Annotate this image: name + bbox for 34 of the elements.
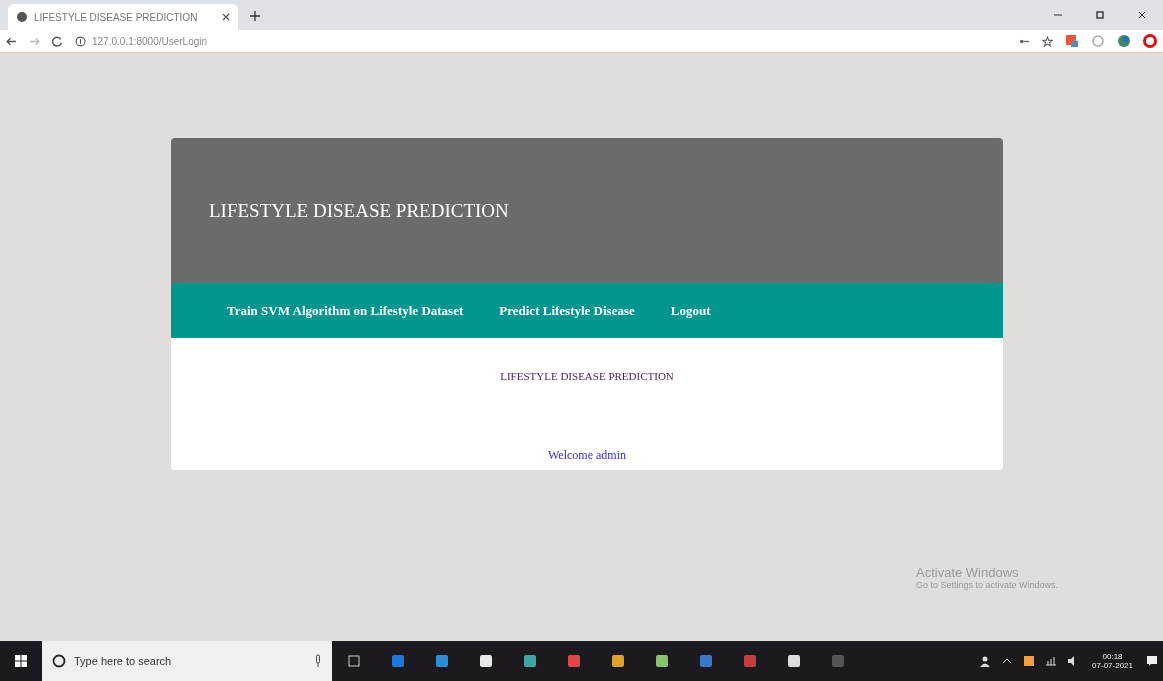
activation-title: Activate Windows — [916, 565, 1020, 580]
new-tab-icon[interactable] — [250, 11, 260, 21]
info-icon — [75, 35, 86, 47]
site-title: LIFESTYLE DISEASE PREDICTION — [209, 199, 509, 222]
activation-message: Go to Settings to activate Windows. — [916, 580, 1059, 590]
back-icon[interactable] — [6, 35, 17, 47]
extension-icon[interactable] — [1117, 34, 1131, 48]
notification-icon[interactable] — [1146, 655, 1158, 667]
page-heading: LIFESTYLE DISEASE PREDICTION — [500, 370, 674, 382]
app-icon[interactable] — [522, 653, 538, 669]
windows-start-icon[interactable] — [14, 654, 28, 668]
browser-tab[interactable]: LIFESTYLE DISEASE PREDICTION — [8, 4, 238, 30]
taskbar-search-field[interactable]: Type here to search — [42, 641, 332, 681]
nav-link[interactable]: Train SVM Algorithm on Lifestyle Dataset — [227, 302, 464, 319]
app-icon[interactable] — [698, 653, 714, 669]
people-icon[interactable] — [979, 655, 992, 667]
nav-link[interactable]: Logout — [670, 302, 711, 319]
address-field[interactable]: 127.0.0.1:8000/UserLogin — [92, 35, 208, 47]
star-icon[interactable] — [1042, 35, 1053, 47]
restore-icon[interactable] — [1095, 10, 1105, 20]
close-icon[interactable] — [222, 13, 230, 21]
close-icon[interactable] — [1137, 10, 1147, 20]
reload-icon[interactable] — [52, 35, 63, 47]
microphone-icon[interactable] — [314, 654, 322, 668]
task-view-icon[interactable] — [346, 653, 362, 669]
clock[interactable]: 00:18 07-07-2021 — [1092, 652, 1133, 670]
app-icon[interactable] — [654, 653, 670, 669]
opera-icon[interactable] — [1143, 34, 1157, 48]
welcome-message: Welcome admin — [548, 448, 626, 463]
nav-link[interactable]: Predict Lifestyle Disease — [499, 302, 635, 319]
extension-icon[interactable] — [1065, 34, 1079, 48]
app-icon[interactable] — [1023, 655, 1036, 667]
app-icon[interactable] — [566, 653, 582, 669]
cortana-icon[interactable] — [52, 654, 66, 668]
